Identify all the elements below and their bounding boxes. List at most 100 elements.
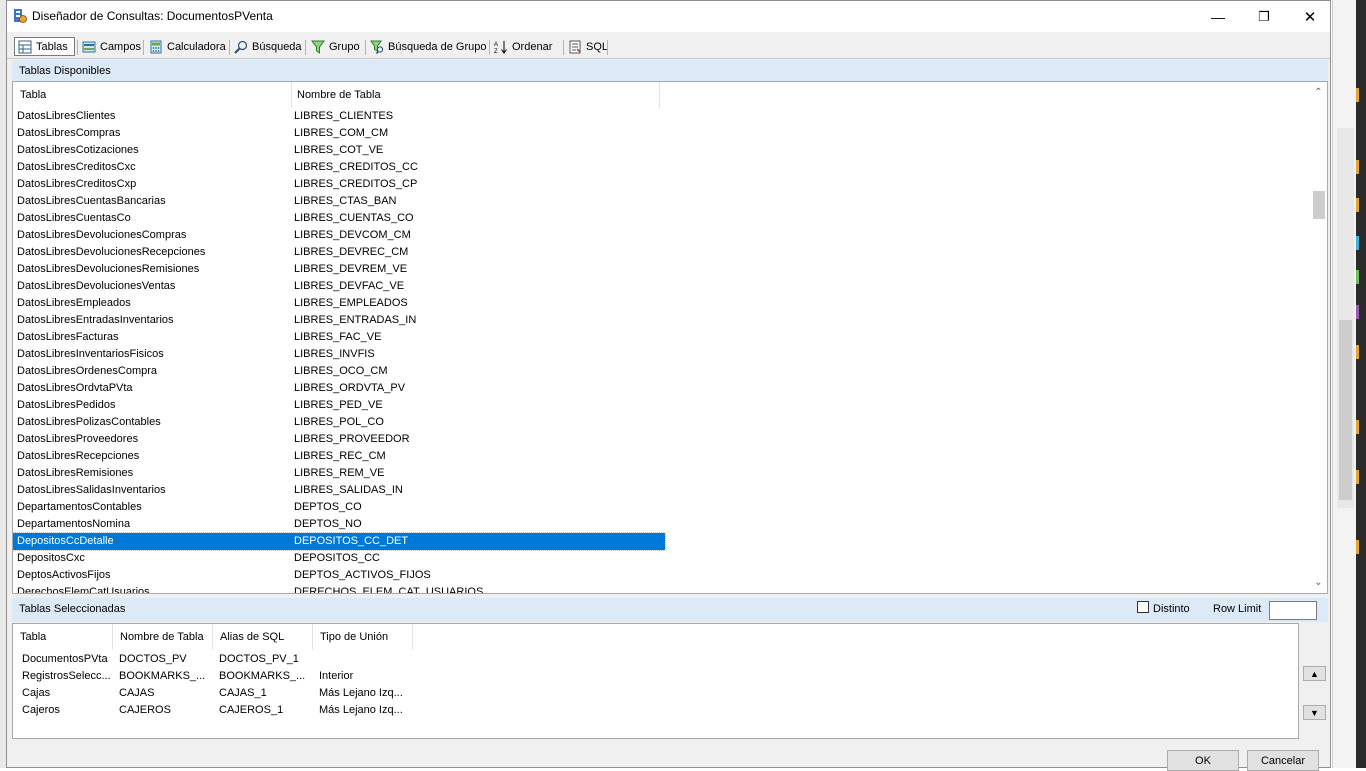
cell-nombre-de-tabla: LIBRES_DEVREM_VE [294, 263, 408, 275]
tab-busqueda[interactable]: Búsqueda [231, 37, 305, 56]
column-header-tipo-de-union[interactable]: Tipo de Unión [313, 624, 413, 650]
toolbar-separator [77, 40, 78, 55]
column-header-tabla[interactable]: Tabla [13, 82, 292, 108]
cell-tabla: DatosLibresCompras [17, 127, 121, 139]
move-up-button[interactable]: ▲ [1303, 666, 1326, 681]
table-row[interactable]: DatosLibresProveedores LIBRES_PROVEEDOR [13, 431, 665, 448]
available-tables-grid[interactable]: Tabla Nombre de Tabla DatosLibresCliente… [12, 81, 1328, 594]
table-row[interactable]: DatosLibresInventariosFisicos LIBRES_INVF… [13, 346, 665, 363]
minimize-icon: — [1211, 8, 1225, 25]
maximize-button[interactable]: ❐ [1241, 1, 1287, 32]
scroll-down-icon[interactable]: ⌄ [1310, 574, 1327, 591]
minimize-button[interactable]: — [1195, 1, 1241, 32]
distinct-checkbox[interactable] [1137, 601, 1149, 613]
cell-nombre-de-tabla: BOOKMARKS_... [119, 670, 206, 682]
fields-icon [82, 41, 96, 52]
tab-label: Grupo [329, 40, 360, 53]
table-row[interactable]: DeptosActivosFijos DEPTOS_ACTIVOS_FIJOS [13, 567, 665, 584]
table-row[interactable]: DepositosCxc DEPOSITOS_CC [13, 550, 665, 567]
table-row[interactable]: DatosLibresCuentasBancarias LIBRES_CTAS_B… [13, 193, 665, 210]
table-row[interactable]: DatosLibresDevolucionesRecepciones LIBRES… [13, 244, 665, 261]
tab-ordenar[interactable]: AZ Ordenar [491, 37, 555, 56]
table-row[interactable]: DatosLibresPedidos LIBRES_PED_VE [13, 397, 665, 414]
tab-tablas[interactable]: Tablas [14, 37, 75, 56]
table-row[interactable]: DatosLibresClientes LIBRES_CLIENTES [13, 108, 665, 125]
cell-alias-de-sql: CAJEROS_1 [219, 704, 284, 716]
distinct-label: Distinto [1153, 603, 1190, 615]
column-header-nombre-de-tabla[interactable]: Nombre de Tabla [292, 82, 660, 108]
cell-tabla: RegistrosSelecc... [22, 670, 111, 682]
cell-alias-de-sql: DOCTOS_PV_1 [219, 653, 299, 665]
table-row[interactable]: DatosLibresCompras LIBRES_COM_CM [13, 125, 665, 142]
table-row[interactable]: DatosLibresCreditosCxc LIBRES_CREDITOS_CC [13, 159, 665, 176]
column-header-nombre-de-tabla[interactable]: Nombre de Tabla [113, 624, 213, 650]
filter-icon [311, 40, 325, 54]
cell-nombre-de-tabla: LIBRES_ENTRADAS_IN [294, 314, 417, 326]
toolbar-separator [563, 40, 564, 55]
table-row[interactable]: DatosLibresFacturas LIBRES_FAC_VE [13, 329, 665, 346]
tab-campos[interactable]: Campos [79, 37, 144, 56]
table-row[interactable]: DatosLibresOrdenesCompra LIBRES_OCO_CM [13, 363, 665, 380]
table-row[interactable]: DatosLibresDevolucionesRemisiones LIBRES_… [13, 261, 665, 278]
cell-nombre-de-tabla: LIBRES_EMPLEADOS [294, 297, 408, 309]
tab-calculadora[interactable]: Calculadora [146, 37, 229, 56]
cell-tabla: DatosLibresSalidasInventarios [17, 484, 166, 496]
tab-grupo[interactable]: Grupo [308, 37, 363, 56]
scroll-up-icon[interactable]: ⌃ [1310, 84, 1327, 101]
cell-nombre-de-tabla: LIBRES_PED_VE [294, 399, 383, 411]
selected-table-row[interactable]: Cajeros CAJEROS CAJEROS_1 Más Lejano Izq... [13, 702, 433, 719]
cell-tabla: DatosLibresClientes [17, 110, 116, 122]
tab-sql[interactable]: SQL [565, 37, 611, 56]
available-grid-scrollbar[interactable]: ⌃ ⌄ [1310, 82, 1327, 593]
table-row[interactable]: DatosLibresDevolucionesVentas LIBRES_DEVF… [13, 278, 665, 295]
table-row[interactable]: DepartamentosContables DEPTOS_CO [13, 499, 665, 516]
selected-tables-grid[interactable]: Tabla Nombre de Tabla Alias de SQL Tipo … [12, 623, 1299, 739]
window-title: Diseñador de Consultas: DocumentosPVenta [32, 9, 273, 23]
close-button[interactable]: ✕ [1287, 1, 1333, 32]
table-row[interactable]: DepositosCcDetalle DEPOSITOS_CC_DET [13, 532, 666, 551]
cell-tabla: DatosLibresOrdvtaPVta [17, 382, 133, 394]
table-row[interactable]: DatosLibresEntradasInventarios LIBRES_ENT… [13, 312, 665, 329]
table-row[interactable]: DatosLibresOrdvtaPVta LIBRES_ORDVTA_PV [13, 380, 665, 397]
cell-nombre-de-tabla: LIBRES_REC_CM [294, 450, 386, 462]
cell-tipo-de-union: Interior [319, 670, 354, 682]
cell-tabla: DatosLibresCreditosCxc [17, 161, 136, 173]
cell-alias-de-sql: BOOKMARKS_... [219, 670, 306, 682]
toolbar-separator [489, 40, 490, 55]
strip-mark [1356, 305, 1359, 319]
table-row[interactable]: DatosLibresSalidasInventarios LIBRES_SALI… [13, 482, 665, 499]
selected-table-row[interactable]: DocumentosPVta DOCTOS_PV DOCTOS_PV_1 [13, 651, 433, 668]
designer-toolbar: Tablas Campos Calculadora Búsqueda Grupo… [7, 34, 1330, 59]
cell-nombre-de-tabla: DEPTOS_NO [294, 518, 362, 530]
table-row[interactable]: DatosLibresPolizasContables LIBRES_POL_CO [13, 414, 665, 431]
tab-busqueda-de-grupo[interactable]: Búsqueda de Grupo [367, 37, 489, 56]
toolbar-separator [305, 40, 306, 55]
column-header-alias-de-sql[interactable]: Alias de SQL [213, 624, 313, 650]
table-row[interactable]: DatosLibresCreditosCxp LIBRES_CREDITOS_CP [13, 176, 665, 193]
title-bar[interactable]: Diseñador de Consultas: DocumentosPVenta… [7, 1, 1330, 32]
arrow-up-icon: ▲ [1310, 668, 1319, 679]
scroll-thumb[interactable] [1313, 191, 1325, 219]
table-row[interactable]: DatosLibresCotizaciones LIBRES_COT_VE [13, 142, 665, 159]
cell-nombre-de-tabla: DEPTOS_CO [294, 501, 362, 513]
column-header-tabla[interactable]: Tabla [13, 624, 113, 650]
table-row[interactable]: DerechosElemCatUsuarios DERECHOS_ELEM_CAT… [13, 584, 665, 593]
cell-nombre-de-tabla: LIBRES_CLIENTES [294, 110, 394, 122]
cell-nombre-de-tabla: LIBRES_CUENTAS_CO [294, 212, 414, 224]
cell-tabla: DatosLibresDevolucionesRecepciones [17, 246, 206, 258]
tab-label: SQL [586, 40, 609, 53]
selected-table-row[interactable]: Cajas CAJAS CAJAS_1 Más Lejano Izq... [13, 685, 433, 702]
cell-nombre-de-tabla: LIBRES_OCO_CM [294, 365, 388, 377]
table-row[interactable]: DatosLibresCuentasCo LIBRES_CUENTAS_CO [13, 210, 665, 227]
table-row[interactable]: DatosLibresRemisiones LIBRES_REM_VE [13, 465, 665, 482]
table-row[interactable]: DatosLibresRecepciones LIBRES_REC_CM [13, 448, 665, 465]
move-down-button[interactable]: ▼ [1303, 705, 1326, 720]
cell-tabla: DepositosCxc [17, 552, 85, 564]
table-row[interactable]: DatosLibresEmpleados LIBRES_EMPLEADOS [13, 295, 665, 312]
table-row[interactable]: DatosLibresDevolucionesCompras LIBRES_DEV… [13, 227, 665, 244]
table-row[interactable]: DepartamentosNomina DEPTOS_NO [13, 516, 665, 533]
selected-table-row[interactable]: RegistrosSelecc... BOOKMARKS_... BOOKMARKS… [13, 668, 433, 685]
row-limit-input[interactable] [1269, 601, 1317, 620]
cell-tabla: DatosLibresCreditosCxp [17, 178, 137, 190]
selected-tables-label: Tablas Seleccionadas [19, 603, 126, 615]
